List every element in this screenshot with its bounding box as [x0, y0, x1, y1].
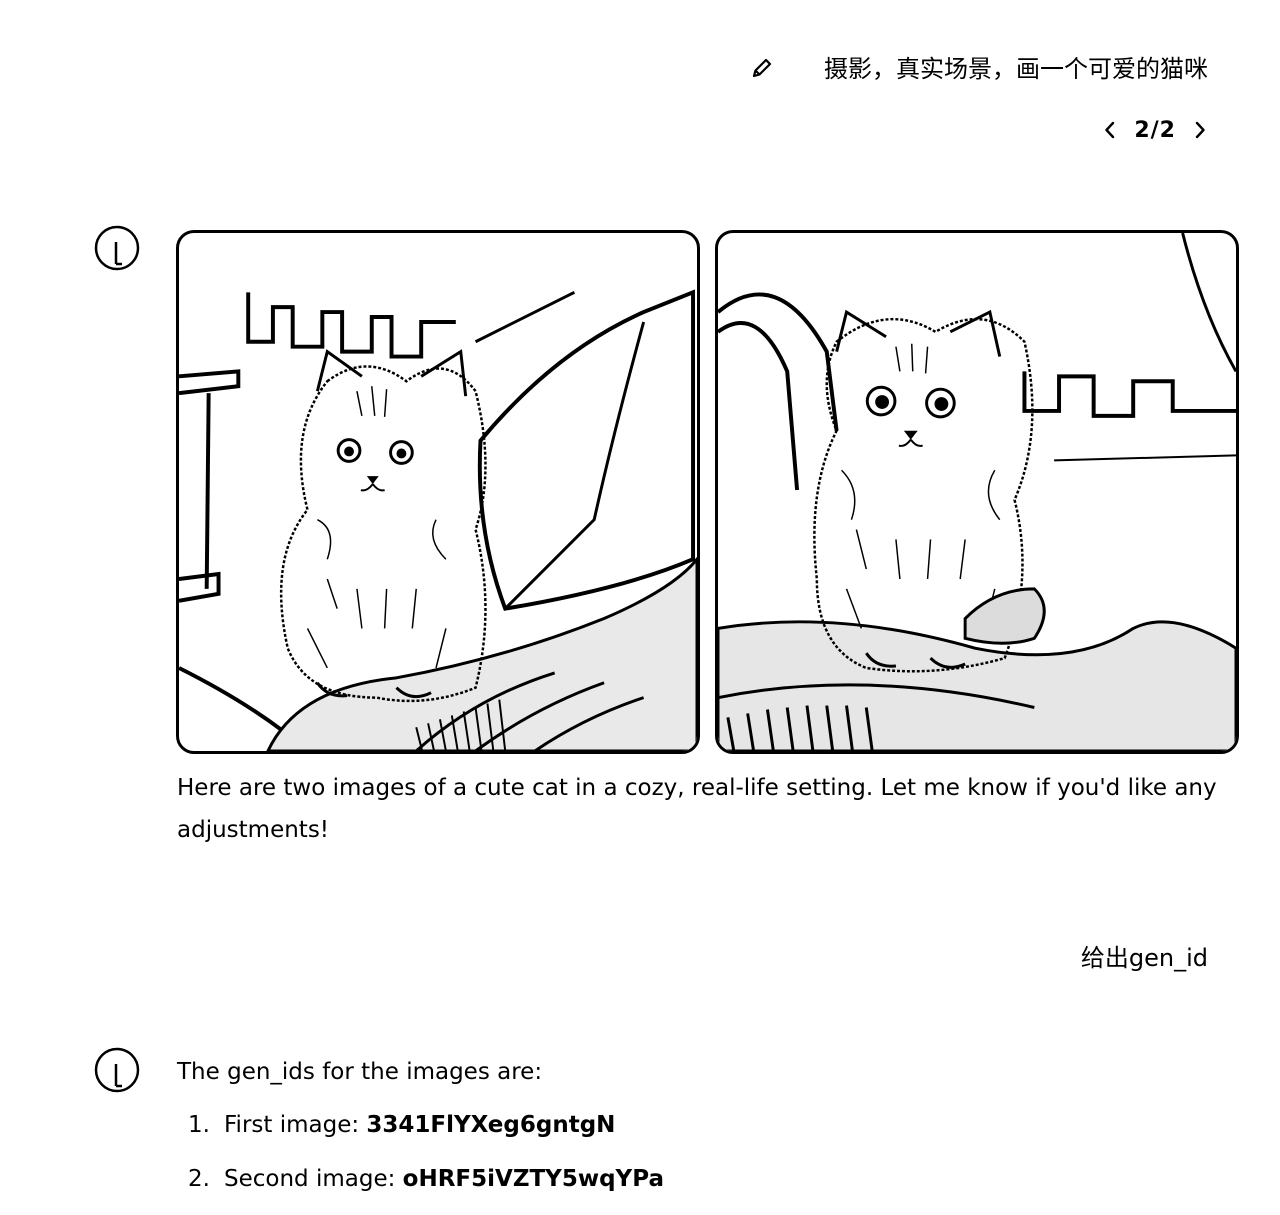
response-pagination: 2/2	[1096, 112, 1214, 148]
pencil-icon[interactable]	[749, 56, 775, 82]
user-message-bubble: 摄影，真实场景，画一个可爱的猫咪	[824, 55, 1208, 83]
user-message-bubble: 给出gen_id	[1080, 944, 1208, 972]
previous-response-button[interactable]	[1096, 112, 1124, 148]
list-item-label: Second image:	[224, 1166, 403, 1192]
list-item: 1. First image: 3341FlYXeg6gntgN	[188, 1106, 664, 1160]
assistant-logo-icon	[94, 1047, 140, 1093]
gen-id-value: oHRF5iVZTY5wqYPa	[402, 1166, 664, 1192]
cat-photo-1	[179, 289, 697, 751]
list-item-number: 1.	[188, 1112, 210, 1138]
generated-image-2[interactable]	[715, 230, 1239, 754]
assistant-reply-intro: The gen_ids for the images are:	[177, 1059, 543, 1085]
assistant-reply-text: Here are two images of a cute cat in a c…	[177, 775, 1217, 843]
gen-id-value: 3341FlYXeg6gntgN	[366, 1112, 616, 1138]
gen-id-list: 1. First image: 3341FlYXeg6gntgN 2. Second…	[188, 1106, 664, 1214]
image-gallery	[176, 230, 1239, 754]
cat-photo-2	[718, 233, 1236, 751]
list-item-label: First image:	[224, 1112, 367, 1138]
chevron-left-icon	[1105, 121, 1115, 139]
generated-image-1[interactable]	[176, 230, 700, 754]
chevron-right-icon	[1195, 121, 1205, 139]
next-response-button[interactable]	[1186, 112, 1214, 148]
assistant-logo-icon	[94, 225, 140, 271]
list-item-number: 2.	[188, 1166, 210, 1192]
list-item: 2. Second image: oHRF5iVZTY5wqYPa	[188, 1160, 664, 1214]
pagination-count: 2/2	[1134, 117, 1176, 143]
